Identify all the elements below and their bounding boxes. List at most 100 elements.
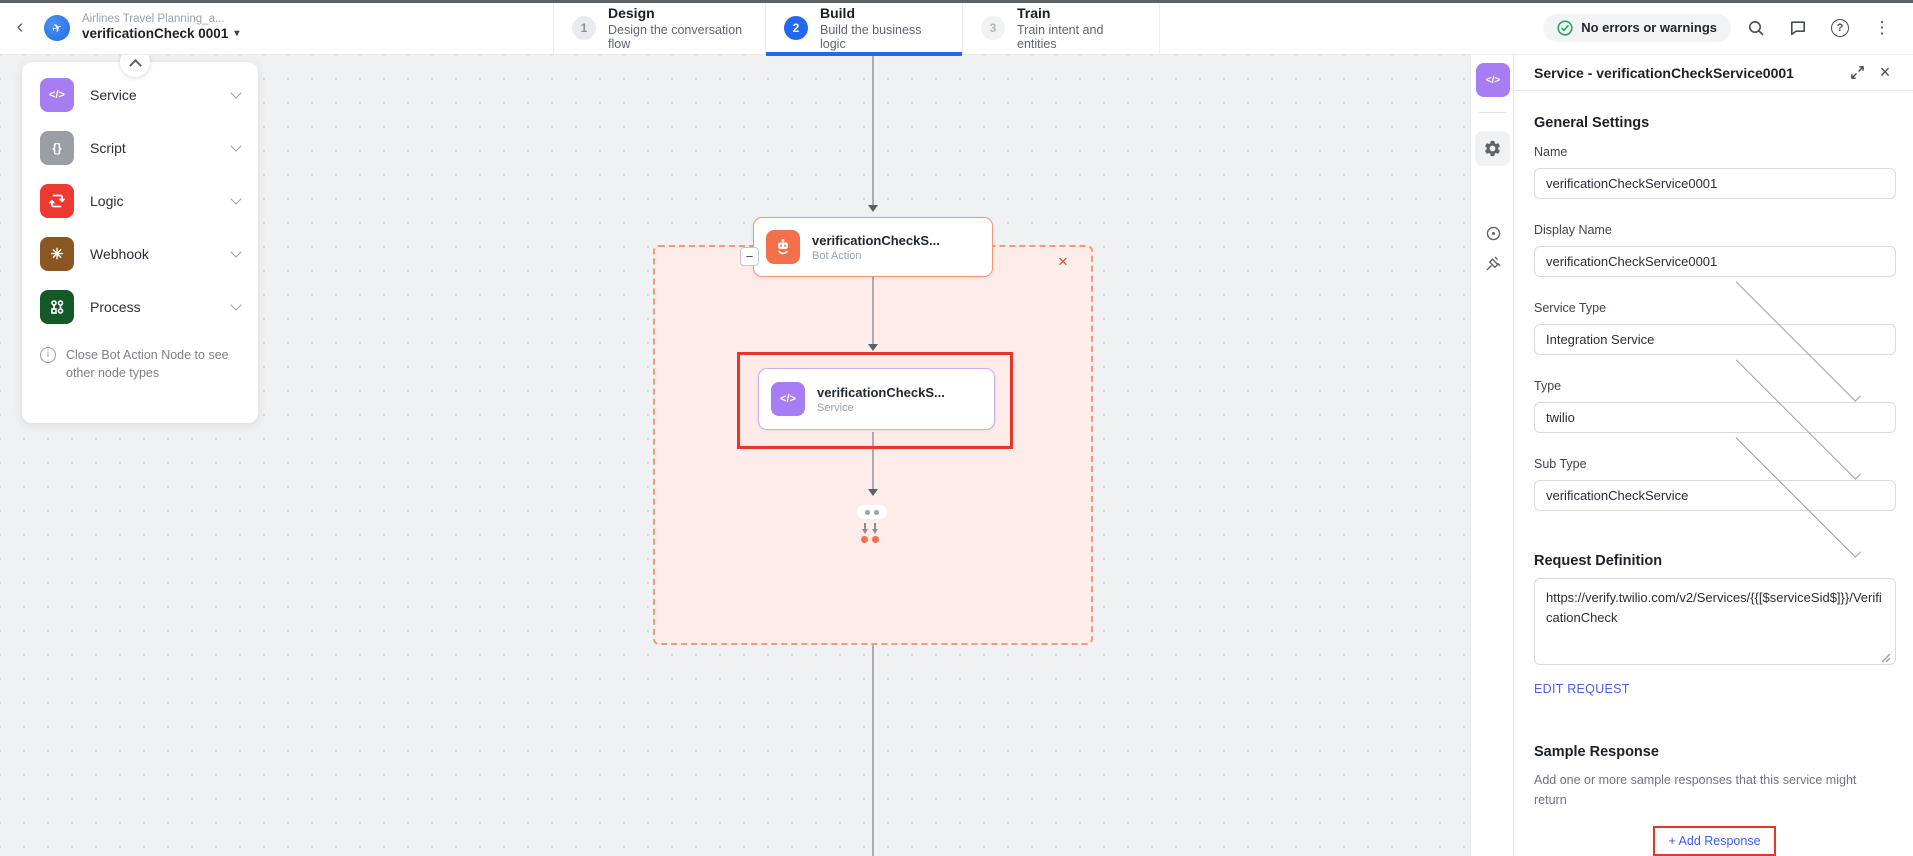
request-definition-heading: Request Definition xyxy=(1534,553,1895,569)
check-circle-icon xyxy=(1557,20,1573,36)
instance-properties-tab[interactable] xyxy=(1483,223,1503,243)
chevron-down-icon xyxy=(230,299,241,310)
panel-header: Service - verificationCheckService0001 × xyxy=(1514,55,1913,91)
chat-icon xyxy=(1789,19,1807,37)
sample-response-description: Add one or more sample responses that th… xyxy=(1534,770,1884,810)
properties-panel: </> Service - verificationCheckService00… xyxy=(1470,55,1913,856)
status-text: No errors or warnings xyxy=(1581,20,1717,35)
rail-divider xyxy=(1479,112,1506,113)
info-icon: i xyxy=(40,347,56,363)
name-input[interactable] xyxy=(1534,168,1896,199)
palette-item-service[interactable]: </> Service xyxy=(22,72,258,118)
chat-button[interactable] xyxy=(1781,11,1815,45)
more-menu-button[interactable]: ⋮ xyxy=(1865,11,1899,45)
panel-title: Service - verificationCheckService0001 xyxy=(1534,65,1843,81)
palette-item-process[interactable]: Process xyxy=(22,284,258,330)
drop-arrow xyxy=(862,529,868,534)
plane-icon: ✈ xyxy=(50,19,64,36)
drop-arrow xyxy=(872,529,878,534)
request-definition-textarea[interactable]: https://verify.twilio.com/v2/Services/{{… xyxy=(1534,578,1896,665)
drop-target[interactable] xyxy=(857,505,887,519)
chevron-down-icon xyxy=(230,87,241,98)
palette-item-logic[interactable]: Logic xyxy=(22,178,258,224)
connection-dot xyxy=(872,536,879,543)
help-icon: ? xyxy=(1831,19,1849,37)
service-tab-icon[interactable]: </> xyxy=(1476,63,1510,97)
palette-note-text: Close Bot Action Node to see other node … xyxy=(66,346,240,382)
service-icon: </> xyxy=(771,382,805,416)
highlight-box: + Add Response xyxy=(1653,826,1775,856)
gear-icon xyxy=(1483,139,1502,158)
window-top-edge xyxy=(0,0,1913,3)
chevron-up-icon xyxy=(129,58,142,71)
task-switcher[interactable]: verificationCheck 0001 ▾ xyxy=(82,26,239,43)
sub-type-value: verificationCheckService xyxy=(1546,488,1714,503)
tab-build[interactable]: 2 Build Build the business logic xyxy=(765,0,962,55)
palette-item-label: Webhook xyxy=(90,246,216,262)
step-badge: 2 xyxy=(784,16,808,40)
tab-train[interactable]: 3 Train Train intent and entities xyxy=(962,0,1160,55)
palette-item-webhook[interactable]: ✳ Webhook xyxy=(22,231,258,277)
general-settings-heading: General Settings xyxy=(1534,115,1895,131)
search-button[interactable] xyxy=(1739,11,1773,45)
name-label: Name xyxy=(1534,145,1895,159)
type-value: twilio xyxy=(1546,410,1714,425)
type-select[interactable]: twilio xyxy=(1534,402,1896,433)
tab-label: Train xyxy=(1017,5,1141,21)
bot-action-node[interactable]: verificationCheckS... Bot Action xyxy=(753,217,993,277)
connector-arrowhead xyxy=(868,205,878,212)
tab-subtitle: Build the business logic xyxy=(820,23,944,51)
panel-rail: </> xyxy=(1471,55,1514,856)
connector-line xyxy=(872,432,874,490)
tab-label: Build xyxy=(820,5,944,21)
expand-icon xyxy=(1850,65,1865,80)
chevron-down-icon xyxy=(230,246,241,257)
service-icon: </> xyxy=(40,78,74,112)
help-button[interactable]: ? xyxy=(1823,11,1857,45)
palette-item-script[interactable]: {} Script xyxy=(22,125,258,171)
tab-design[interactable]: 1 Design Design the conversation flow xyxy=(553,0,765,55)
status-badge: No errors or warnings xyxy=(1543,14,1731,42)
chevron-down-icon xyxy=(230,193,241,204)
palette-item-label: Process xyxy=(90,299,216,315)
edit-request-link[interactable]: EDIT REQUEST xyxy=(1534,682,1630,696)
display-name-input[interactable] xyxy=(1534,246,1896,277)
logic-icon xyxy=(40,184,74,218)
expand-panel-button[interactable] xyxy=(1843,59,1871,87)
connector-line xyxy=(872,277,874,345)
service-type-select[interactable]: Integration Service xyxy=(1534,324,1896,355)
tab-label: Design xyxy=(608,5,747,21)
caret-down-icon: ▾ xyxy=(234,28,239,41)
workflow-tabs: 1 Design Design the conversation flow 2 … xyxy=(553,0,1160,55)
node-title: verificationCheckS... xyxy=(817,385,945,400)
palette-item-label: Service xyxy=(90,87,216,103)
tab-subtitle: Design the conversation flow xyxy=(608,23,747,51)
script-icon: {} xyxy=(40,131,74,165)
kebab-icon: ⋮ xyxy=(1874,18,1891,38)
node-subtitle: Service xyxy=(817,402,945,414)
display-name-label: Display Name xyxy=(1534,223,1895,237)
palette-item-label: Logic xyxy=(90,193,216,209)
node-title: verificationCheckS... xyxy=(812,233,940,248)
app-header: ‹ ✈ Airlines Travel Planning_a... verifi… xyxy=(0,0,1913,55)
connector-arrowhead xyxy=(868,489,878,496)
add-response-button[interactable]: + Add Response xyxy=(1668,834,1760,848)
back-button[interactable]: ‹ xyxy=(8,16,32,40)
node-subtitle: Bot Action xyxy=(812,250,940,262)
tab-subtitle: Train intent and entities xyxy=(1017,23,1141,51)
palette-item-label: Script xyxy=(90,140,216,156)
instance-icon xyxy=(1485,225,1502,242)
close-region-icon[interactable]: × xyxy=(1052,251,1074,273)
app-logo: ✈ xyxy=(44,15,70,41)
project-name: Airlines Travel Planning_a... xyxy=(82,12,239,26)
step-badge: 3 xyxy=(981,16,1005,40)
collapse-node-button[interactable]: − xyxy=(740,247,759,266)
component-properties-tab[interactable] xyxy=(1475,131,1510,166)
sub-type-select[interactable]: verificationCheckService xyxy=(1534,480,1896,511)
chevron-down-icon xyxy=(230,140,241,151)
panel-content[interactable]: General Settings Name Display Name Servi… xyxy=(1514,91,1913,856)
service-node[interactable]: </> verificationCheckS... Service xyxy=(758,368,995,430)
close-panel-button[interactable]: × xyxy=(1871,59,1899,87)
connections-properties-tab[interactable] xyxy=(1483,253,1503,273)
bot-action-icon xyxy=(766,230,800,264)
